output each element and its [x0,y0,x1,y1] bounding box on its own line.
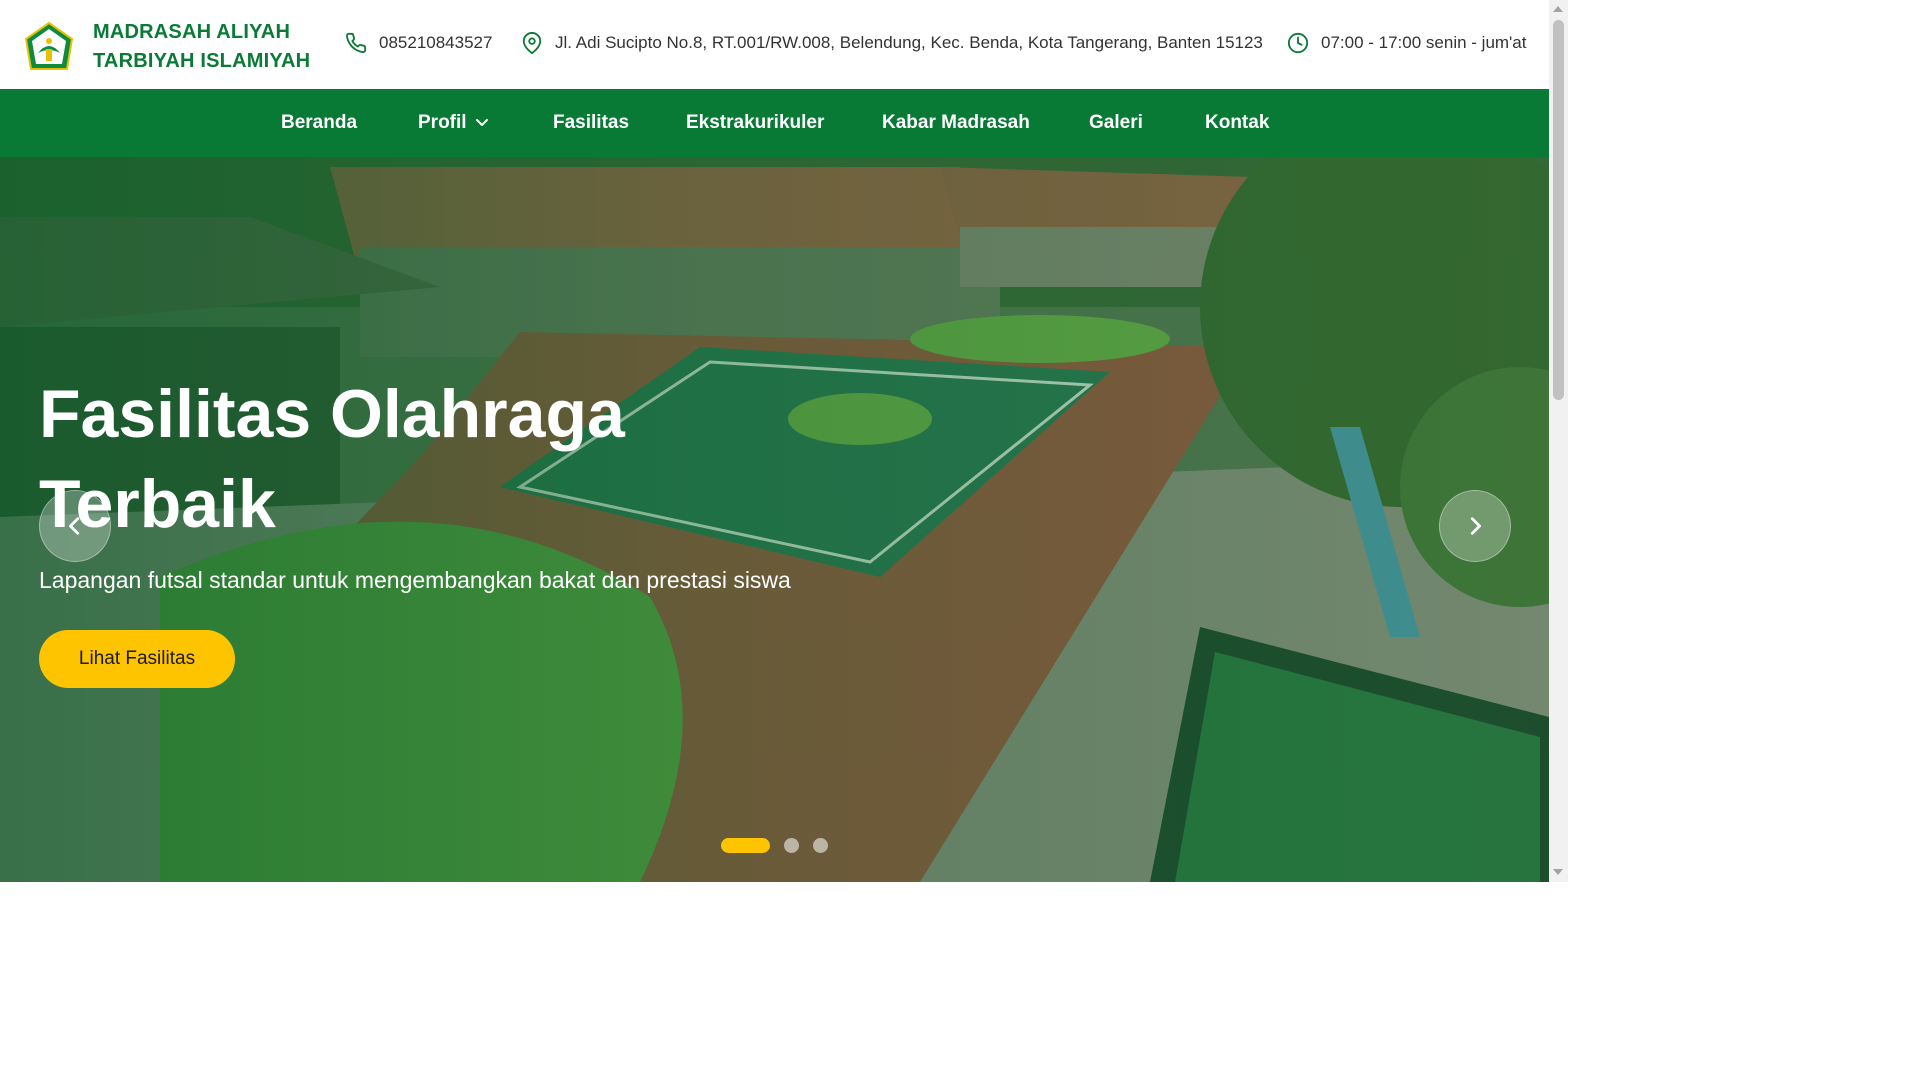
nav-label: Kontak [1205,112,1270,133]
nav-item-profil[interactable]: Profil [418,89,489,157]
location-pin-icon [522,32,542,54]
carousel-indicators [721,838,828,853]
carousel-dot-1[interactable] [721,838,770,853]
hero-subtitle: Lapangan futsal standar untuk mengembang… [39,567,791,593]
contact-address[interactable]: Jl. Adi Sucipto No.8, RT.001/RW.008, Bel… [521,32,1263,54]
nav-label: Beranda [281,112,358,133]
nav-label: Kabar Madrasah [882,112,1030,133]
nav-item-galeri[interactable]: Galeri [1089,89,1143,157]
nav-item-kontak[interactable]: Kontak [1205,89,1269,157]
brand[interactable]: MADRASAH ALIYAH TARBIYAH ISLAMIYAH [24,18,310,76]
logo-icon [24,21,74,70]
chevron-left-icon [69,517,80,535]
clock-icon [1287,32,1309,54]
nav-item-fasilitas[interactable]: Fasilitas [553,89,629,157]
chevron-down-icon [475,119,488,126]
phone-number: 085210843527 [379,33,493,52]
carousel-prev-button[interactable] [39,490,111,562]
nav-label: Galeri [1089,112,1143,133]
school-name-line2: TARBIYAH ISLAMIYAH [93,50,311,72]
nav-item-beranda[interactable]: Beranda [281,89,357,157]
chevron-right-icon [1470,517,1481,535]
nav-label: Profil [418,112,467,133]
contact-hours: 07:00 - 17:00 senin - jum'at [1287,32,1526,54]
nav-item-kabar-madrasah[interactable]: Kabar Madrasah [882,89,1030,157]
scroll-up-arrow-icon[interactable] [1553,6,1563,12]
lihat-fasilitas-button[interactable]: Lihat Fasilitas [39,630,235,688]
carousel-dot-3[interactable] [813,838,828,853]
nav-label: Ekstrakurikuler [686,112,825,133]
scroll-down-arrow-icon[interactable] [1553,869,1563,875]
address-text: Jl. Adi Sucipto No.8, RT.001/RW.008, Bel… [555,33,1263,52]
hero-carousel: Fasilitas Olahraga Terbaik Lapangan futs… [0,157,1549,882]
carousel-dot-2[interactable] [784,838,799,853]
top-header: MADRASAH ALIYAH TARBIYAH ISLAMIYAH 08521… [0,0,1549,89]
hero-title: Fasilitas Olahraga Terbaik [39,376,625,542]
page-scrollbar[interactable] [1549,0,1568,882]
nav-label: Fasilitas [553,112,630,133]
school-name-line1: MADRASAH ALIYAH [93,21,291,43]
carousel-next-button[interactable] [1439,490,1511,562]
contact-phone[interactable]: 085210843527 [345,32,492,54]
phone-icon [346,32,367,53]
main-nav: Beranda Profil Fasilitas Ekstrakurikuler… [0,89,1549,157]
scrollbar-thumb[interactable] [1553,20,1564,400]
nav-item-ekstrakurikuler[interactable]: Ekstrakurikuler [686,89,824,157]
hours-text: 07:00 - 17:00 senin - jum'at [1321,33,1527,52]
